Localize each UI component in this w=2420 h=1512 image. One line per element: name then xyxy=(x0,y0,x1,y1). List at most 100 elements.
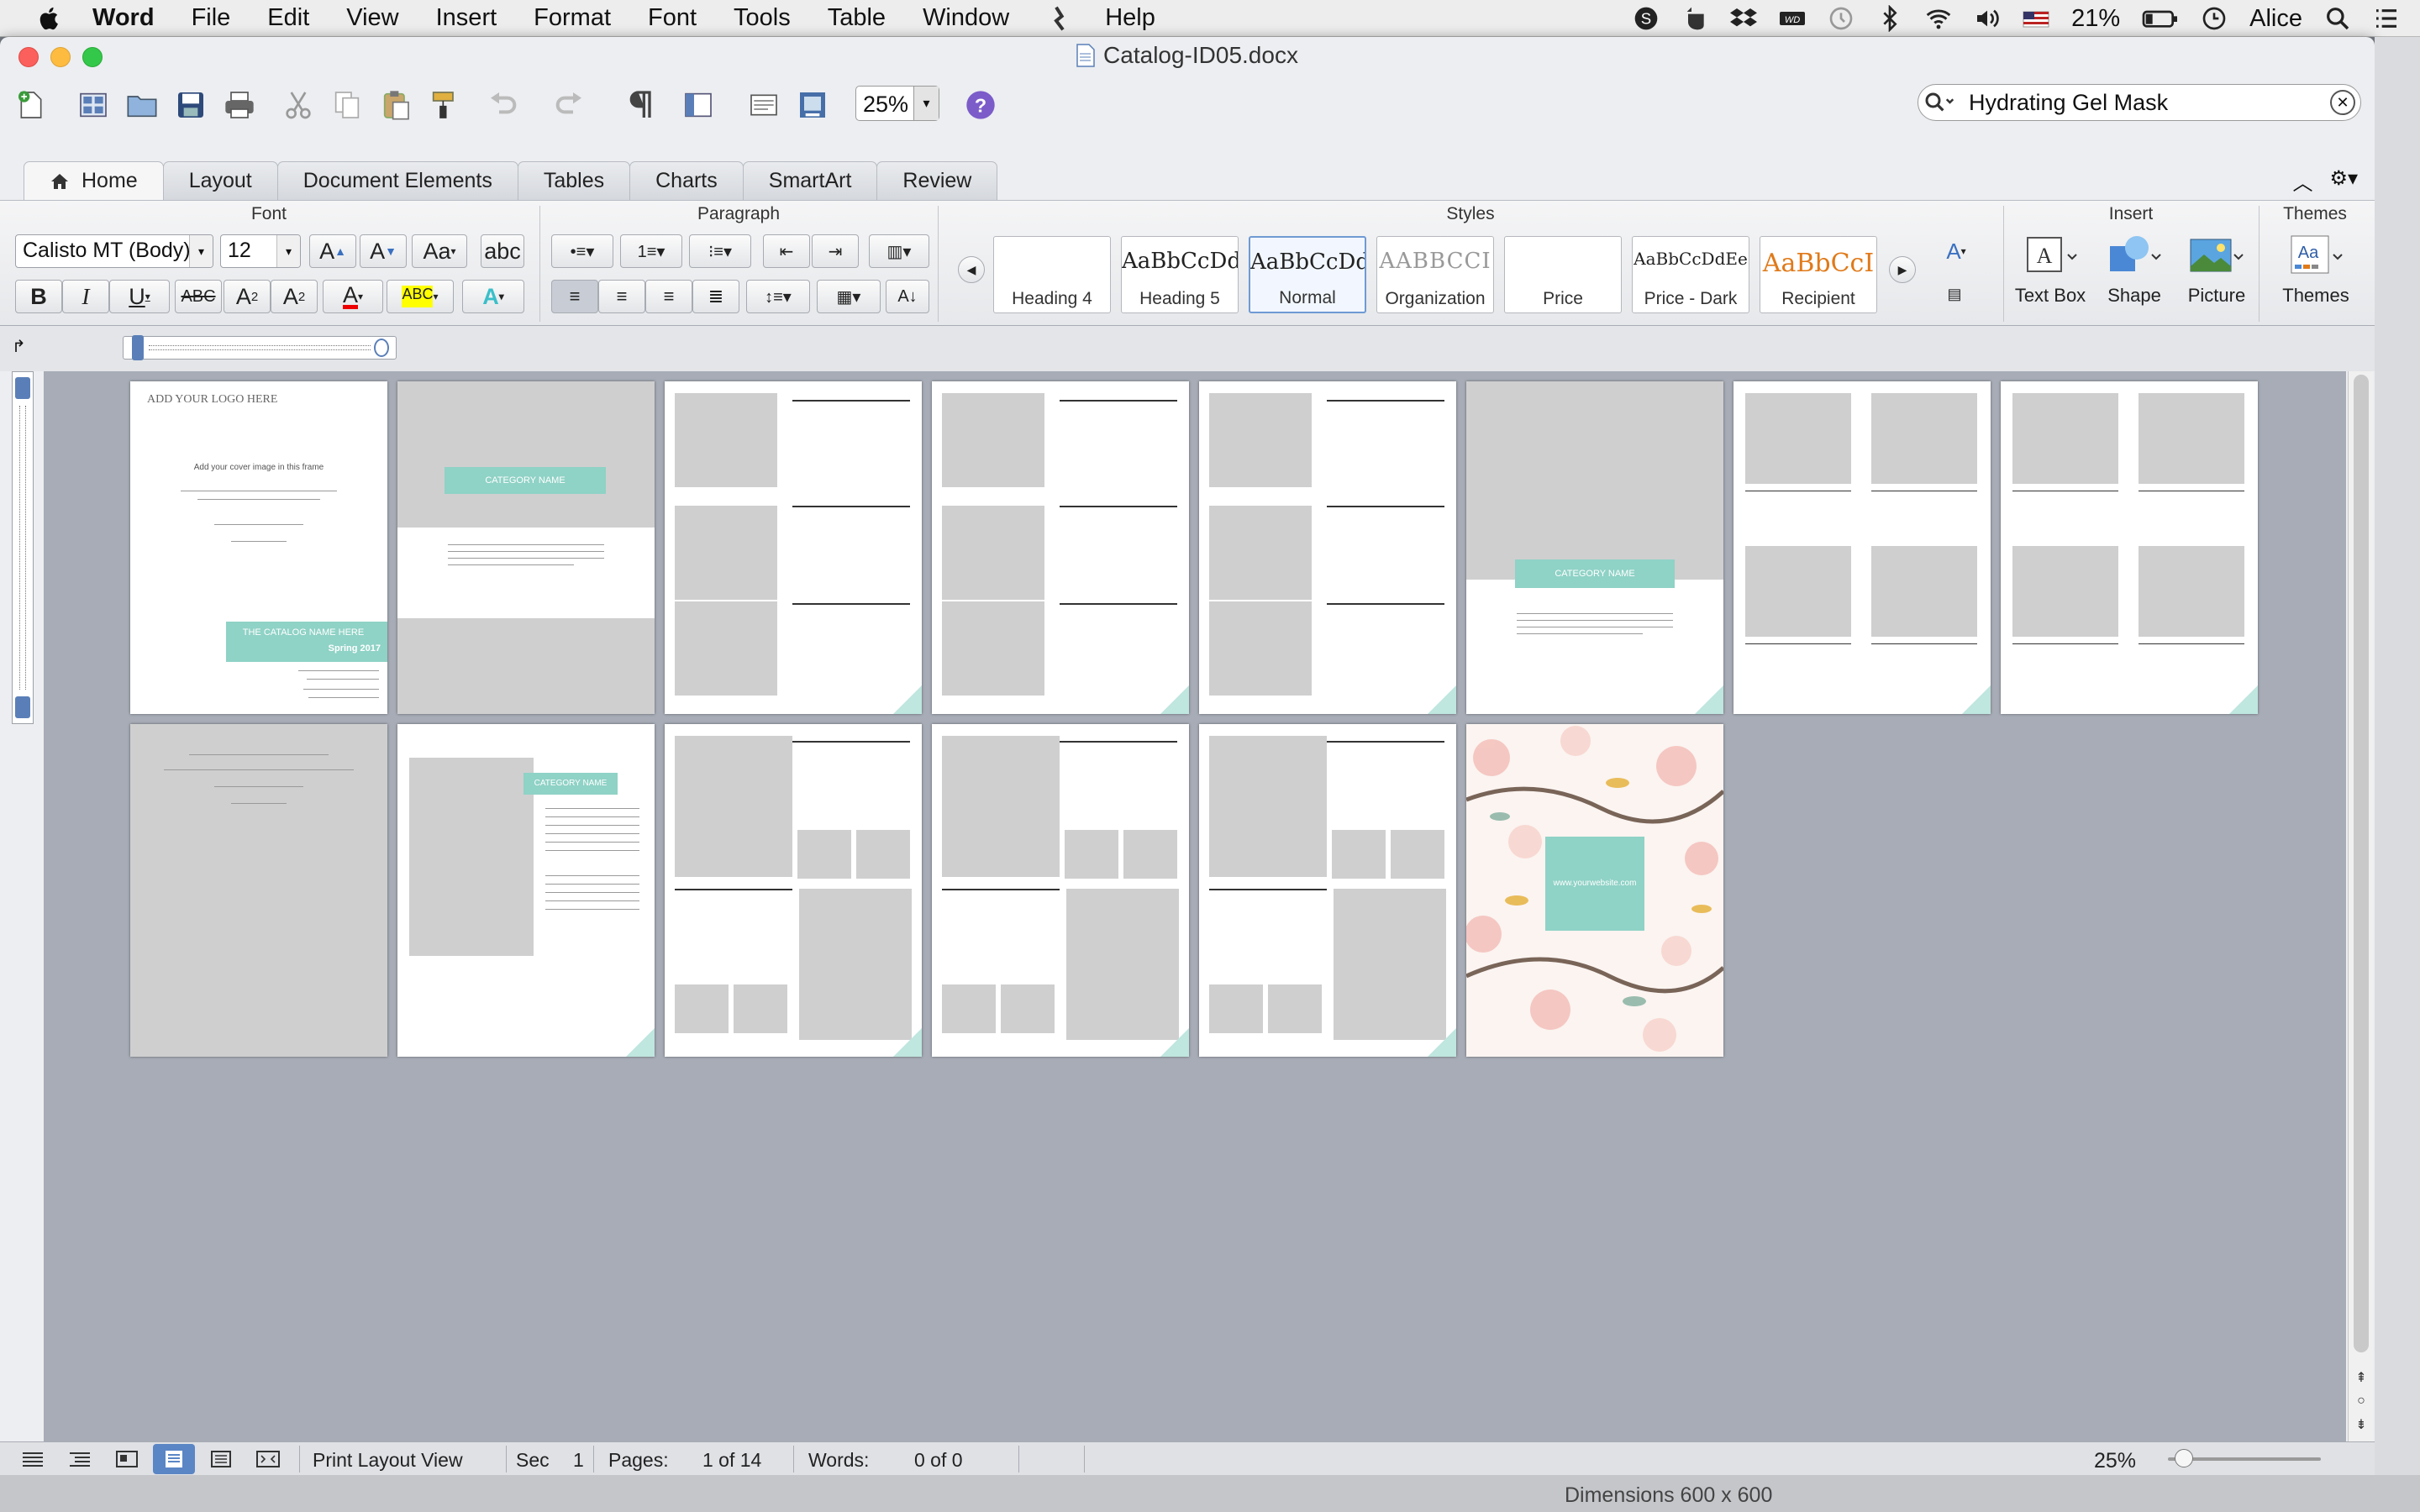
zoom-slider[interactable] xyxy=(2168,1449,2321,1467)
pages-value[interactable]: 1 of 14 xyxy=(702,1449,761,1472)
superscript-button[interactable]: A2 xyxy=(224,280,271,313)
style-heading-5[interactable]: AaBbCcDdI Heading 5 xyxy=(1121,236,1239,313)
page-12-product-mix[interactable] xyxy=(932,724,1189,1057)
menu-edit[interactable]: Edit xyxy=(267,4,309,32)
zoom-slider-knob[interactable] xyxy=(2175,1449,2193,1467)
align-center-button[interactable]: ≡ xyxy=(598,280,645,313)
styles-scroll-left-button[interactable]: ◀ xyxy=(958,256,985,283)
next-page-button[interactable]: ⇟ xyxy=(2351,1415,2371,1435)
decrease-indent-button[interactable]: ⇤ xyxy=(763,234,810,268)
menu-app-word[interactable]: Word xyxy=(92,4,155,32)
picture-button[interactable]: Picture xyxy=(2178,233,2255,307)
zoom-window-button[interactable] xyxy=(82,47,103,67)
search-input[interactable]: Hydrating Gel Mask xyxy=(1960,90,2330,116)
style-price-dark[interactable]: AaBbCcDdEe Price - Dark xyxy=(1632,236,1749,313)
user-name[interactable]: Alice xyxy=(2249,5,2302,33)
minimize-window-button[interactable] xyxy=(50,47,71,67)
horizontal-ruler[interactable] xyxy=(123,335,397,360)
menu-font[interactable]: Font xyxy=(648,4,697,32)
sidebar-toggle-button[interactable] xyxy=(679,86,718,124)
undo-button[interactable] xyxy=(484,86,523,124)
search-document-field[interactable]: Hydrating Gel Mask ✕ xyxy=(1918,84,2361,121)
cut-button[interactable] xyxy=(279,86,318,124)
ribbon-settings-icon[interactable]: ⚙▾ xyxy=(2329,166,2358,196)
shrink-font-button[interactable]: A ▼ xyxy=(360,234,407,268)
search-icon[interactable] xyxy=(1918,86,1960,119)
styles-pane-button[interactable]: ▤ xyxy=(1938,280,1971,308)
shape-button[interactable]: Shape xyxy=(2096,233,2173,307)
page-13-product-mix[interactable] xyxy=(1199,724,1456,1057)
multilevel-list-button[interactable]: ⁝≡▾ xyxy=(689,234,751,268)
document-canvas[interactable]: ADD YOUR LOGO HERE Add your cover image … xyxy=(44,371,2346,1441)
menu-table[interactable]: Table xyxy=(828,4,886,32)
skype-icon[interactable]: S xyxy=(1633,5,1660,32)
page-2-category[interactable]: CATEGORY NAME xyxy=(397,381,655,714)
apple-icon[interactable] xyxy=(35,4,64,33)
words-value[interactable]: 0 of 0 xyxy=(914,1449,963,1472)
style-price[interactable]: Price xyxy=(1504,236,1622,313)
menu-file[interactable]: File xyxy=(192,4,231,32)
borders-button[interactable]: ▦▾ xyxy=(817,280,881,313)
evernote-icon[interactable] xyxy=(1681,5,1708,32)
style-normal[interactable]: AaBbCcDdI Normal xyxy=(1249,236,1366,313)
menu-window[interactable]: Window xyxy=(923,4,1009,32)
line-spacing-button[interactable]: ↕≡▾ xyxy=(746,280,810,313)
chevron-down-icon[interactable]: ▾ xyxy=(189,235,213,267)
gallery-button[interactable] xyxy=(74,86,113,124)
tab-review[interactable]: Review xyxy=(876,161,998,200)
top-margin-marker[interactable] xyxy=(15,377,30,399)
redo-button[interactable] xyxy=(550,86,588,124)
print-layout-view-button[interactable] xyxy=(153,1444,195,1474)
numbering-button[interactable]: 1≡▾ xyxy=(620,234,682,268)
page-4-products[interactable] xyxy=(932,381,1189,714)
indent-marker[interactable] xyxy=(132,335,144,360)
increase-indent-button[interactable]: ⇥ xyxy=(812,234,859,268)
publishing-layout-view-button[interactable] xyxy=(106,1444,148,1474)
paste-button[interactable] xyxy=(376,86,415,124)
page-3-products[interactable] xyxy=(665,381,922,714)
page-10-category-side[interactable]: CATEGORY NAME xyxy=(397,724,655,1057)
close-window-button[interactable] xyxy=(18,47,39,67)
battery-percent[interactable]: 21% xyxy=(2071,5,2120,33)
media-browser-button[interactable] xyxy=(793,86,832,124)
text-effects-button[interactable]: A ▾ xyxy=(462,280,524,313)
collapse-ribbon-icon[interactable]: ︿ xyxy=(2292,166,2312,196)
subscript-button[interactable]: A2 xyxy=(271,280,318,313)
page-5-products[interactable] xyxy=(1199,381,1456,714)
wifi-icon[interactable] xyxy=(1925,5,1952,32)
clock-icon[interactable] xyxy=(2201,5,2228,32)
manage-styles-button[interactable]: A ▾ xyxy=(1931,234,1981,268)
bold-button[interactable]: B xyxy=(15,280,62,313)
underline-button[interactable]: U ▾ xyxy=(109,280,170,313)
page-14-back-cover[interactable]: www.yourwebsite.com xyxy=(1466,724,1723,1057)
page-11-product-mix[interactable] xyxy=(665,724,922,1057)
outline-view-button[interactable] xyxy=(59,1444,101,1474)
vertical-scrollbar[interactable]: ⇞ ○ ⇟ xyxy=(2348,371,2373,1441)
columns-button[interactable]: ▥▾ xyxy=(869,234,929,268)
align-left-button[interactable]: ≡ xyxy=(551,280,598,313)
script-icon[interactable] xyxy=(1046,5,1073,32)
style-heading-4[interactable]: Heading 4 xyxy=(993,236,1111,313)
new-document-button[interactable] xyxy=(12,86,50,124)
save-button[interactable] xyxy=(171,86,210,124)
bluetooth-icon[interactable] xyxy=(1876,5,1903,32)
previous-page-button[interactable]: ⇞ xyxy=(2351,1368,2371,1388)
change-case-button[interactable]: Aa ▾ xyxy=(412,234,467,268)
dropbox-icon[interactable] xyxy=(1730,5,1758,32)
zoom-select[interactable]: 25% ▾ xyxy=(855,86,939,121)
copy-button[interactable] xyxy=(328,86,366,124)
sort-button[interactable]: A↓ xyxy=(886,280,929,313)
us-flag-icon[interactable] xyxy=(2023,5,2049,32)
clear-formatting-button[interactable]: abc xyxy=(481,234,524,268)
justify-button[interactable]: ≣ xyxy=(692,280,739,313)
align-right-button[interactable]: ≡ xyxy=(645,280,692,313)
font-size-select[interactable]: 12 ▾ xyxy=(220,234,301,268)
menu-view[interactable]: View xyxy=(346,4,398,32)
font-color-button[interactable]: A ▾ xyxy=(323,280,383,313)
menu-insert[interactable]: Insert xyxy=(436,4,497,32)
tab-home[interactable]: Home xyxy=(24,161,164,200)
tab-layout[interactable]: Layout xyxy=(162,161,278,200)
chevron-down-icon[interactable]: ▾ xyxy=(276,235,300,267)
page-1-cover[interactable]: ADD YOUR LOGO HERE Add your cover image … xyxy=(130,381,387,714)
bottom-margin-marker[interactable] xyxy=(15,696,30,718)
